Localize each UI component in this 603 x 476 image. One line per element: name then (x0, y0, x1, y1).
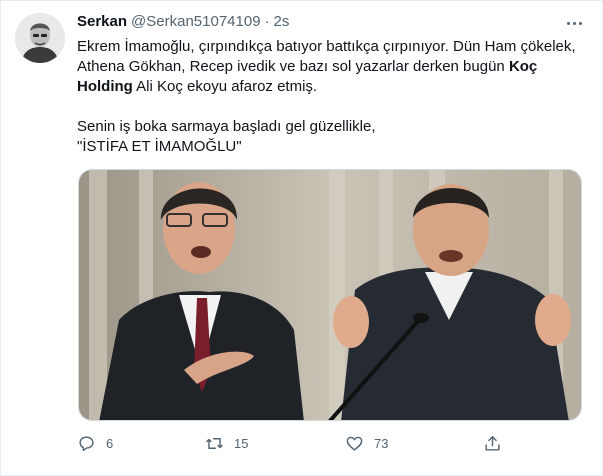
more-dot (566, 21, 570, 25)
tweet-header: Serkan @Serkan51074109 · 2s (77, 13, 289, 33)
photo-illustration (79, 170, 581, 420)
tweet-line-3: Holding Ali Koç ekoyu afaroz etmiş. (77, 77, 582, 97)
retweet-button[interactable]: 15 (205, 431, 248, 455)
more-icon[interactable] (563, 13, 585, 33)
separator-dot: · (264, 13, 270, 30)
retweet-count: 15 (234, 435, 249, 451)
tweet-text: Ekrem İmamoğlu, çırpındıkça batıyor batt… (77, 37, 582, 157)
reply-icon (79, 435, 94, 451)
more-dot (578, 21, 582, 25)
tweet-line-5: "İSTİFA ET İMAMOĞLU" (77, 138, 242, 155)
tweet-time[interactable]: 2s (274, 13, 290, 30)
avatar[interactable] (15, 13, 65, 63)
retweet-icon (206, 437, 223, 449)
tweet-line-3-text: Ali Koç ekoyu afaroz etmiş. (136, 78, 318, 95)
like-button[interactable]: 73 (345, 431, 388, 455)
mention-koc: Koç (508, 58, 538, 75)
avatar-image (15, 13, 65, 63)
user-handle[interactable]: @Serkan51074109 (131, 13, 261, 30)
tweet-line-2: Athena Gökhan, Recep ivedik ve bazı sol … (77, 57, 582, 77)
more-dot (572, 21, 576, 25)
display-name[interactable]: Serkan (77, 13, 127, 30)
share-button[interactable] (483, 431, 502, 455)
reply-count: 6 (106, 435, 114, 451)
tweet-line-1: Ekrem İmamoğlu, çırpındıkça batıyor batt… (77, 38, 576, 55)
tweet-actions: 6 15 73 (77, 431, 582, 455)
tweet-line-4: Senin iş boka sarmaya başladı gel güzell… (77, 118, 376, 135)
tweet-photo[interactable] (78, 169, 582, 421)
tweet-card[interactable]: Serkan @Serkan51074109 · 2s Ekrem İmamoğ… (0, 0, 603, 476)
tweet-line-2-text: Athena Gökhan, Recep ivedik ve bazı sol … (77, 58, 505, 75)
heart-icon (346, 436, 363, 451)
like-count: 73 (374, 435, 389, 451)
mention-holding: Holding (77, 78, 133, 95)
reply-button[interactable]: 6 (77, 431, 113, 455)
share-icon (485, 435, 500, 451)
